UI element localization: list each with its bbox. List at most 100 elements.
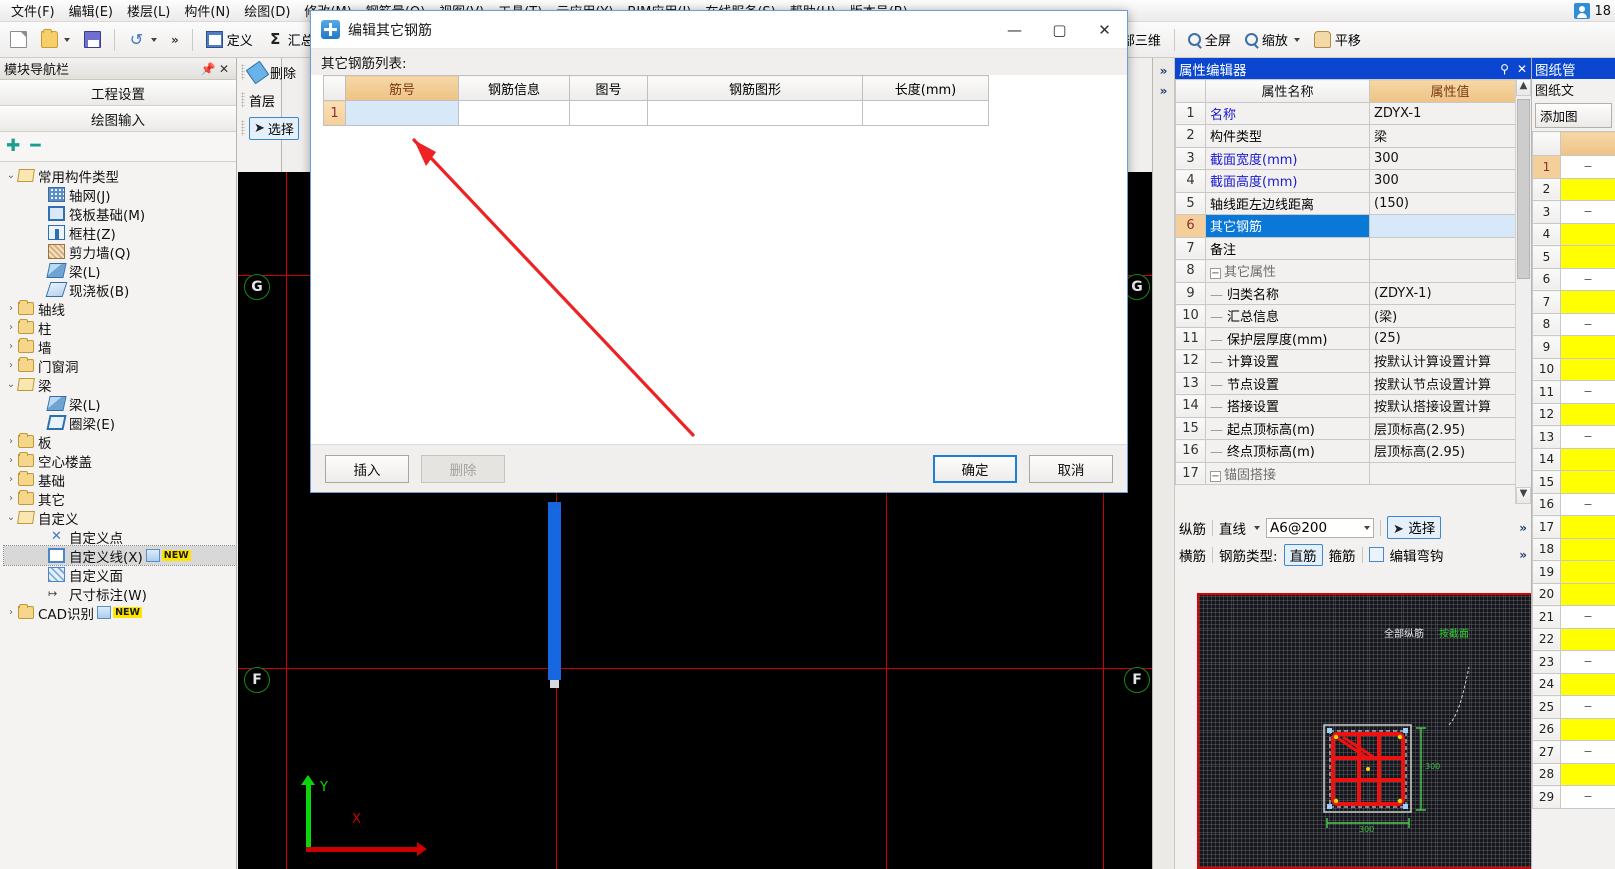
expand-rail-chevron-icon[interactable]: » — [1153, 58, 1174, 78]
tree-item-3[interactable]: 框柱(Z) — [4, 223, 236, 243]
property-value-cell[interactable]: 300 — [1369, 146, 1531, 170]
tree-item-8[interactable]: › 柱 — [4, 318, 236, 338]
property-name-cell[interactable]: — 起点顶标高(m) — [1205, 416, 1370, 440]
scroll-up-icon[interactable]: ▲ — [1516, 79, 1531, 96]
floor-selector-row[interactable]: 首层 — [238, 86, 281, 114]
property-name-cell[interactable]: − 锚固搭接 — [1205, 461, 1370, 485]
drawing-row-cell[interactable] — [1560, 582, 1615, 606]
drag-grip-icon[interactable] — [241, 120, 245, 136]
collapse-group-icon[interactable]: − — [1210, 268, 1221, 280]
drawing-list-row[interactable]: 27− — [1532, 740, 1615, 764]
drawing-list-row[interactable]: 17 — [1532, 515, 1615, 539]
drawing-row-cell[interactable] — [1560, 177, 1615, 201]
rebar-col-5[interactable]: 长度(mm) — [862, 75, 989, 101]
drawing-row-cell[interactable]: − — [1560, 380, 1615, 404]
tree-item-6[interactable]: 现浇板(B) — [4, 280, 236, 300]
property-row[interactable]: 2 构件类型梁 — [1175, 124, 1531, 148]
drawing-list-row[interactable]: 29− — [1532, 785, 1615, 809]
tree-item-18[interactable]: ⌄ 自定义 — [4, 508, 236, 528]
tree-item-19[interactable]: ✕ 自定义点 — [4, 527, 236, 547]
property-row[interactable]: 12— 计算设置 按默认计算设置计算 — [1175, 349, 1531, 373]
chevron-right-icon[interactable]: › — [4, 607, 18, 618]
rebar-col-1[interactable]: 筋号 — [345, 75, 459, 101]
property-row[interactable]: 8− 其它属性 — [1175, 259, 1531, 283]
property-col-value[interactable]: 属性值 — [1369, 79, 1531, 103]
property-name-cell[interactable]: — 搭接设置 — [1205, 394, 1370, 418]
chevron-right-icon[interactable]: › — [4, 360, 18, 371]
property-name-cell[interactable]: 备注 — [1205, 236, 1370, 260]
property-value-cell[interactable]: 层顶标高(2.95) — [1369, 416, 1531, 440]
property-row[interactable]: 15— 起点顶标高(m) 层顶标高(2.95) — [1175, 416, 1531, 440]
property-name-cell[interactable]: 轴线距左边线距离 — [1205, 191, 1370, 215]
drawing-row-cell[interactable] — [1560, 222, 1615, 246]
property-row[interactable]: 3 截面宽度(mm) 300 — [1175, 146, 1531, 170]
toolbar-overflow-button[interactable]: » — [165, 30, 185, 50]
insert-button[interactable]: 插入 — [325, 454, 409, 483]
chevron-right-icon[interactable]: › — [4, 303, 18, 314]
drawing-row-cell[interactable] — [1560, 537, 1615, 561]
property-value-cell[interactable]: 300 — [1369, 169, 1531, 193]
drawing-row-cell[interactable] — [1560, 627, 1615, 651]
select-tool-button[interactable]: ➤ 选择 — [249, 116, 299, 140]
rebar-col-4[interactable]: 钢筋图形 — [647, 75, 863, 101]
property-row[interactable]: 10— 汇总信息 (梁) — [1175, 304, 1531, 328]
tree-item-0[interactable]: ⌄ 常用构件类型 — [4, 166, 236, 186]
open-file-button[interactable] — [35, 28, 76, 51]
tree-item-9[interactable]: › 墙 — [4, 337, 236, 357]
drawing-input-bar[interactable]: 绘图输入 — [0, 106, 236, 132]
property-scrollbar[interactable]: ▲ ▼ — [1515, 79, 1531, 504]
drawing-row-cell[interactable] — [1560, 515, 1615, 539]
property-value-cell[interactable]: 按默认节点设置计算 — [1369, 371, 1531, 395]
property-row[interactable]: 13— 节点设置 按默认节点设置计算 — [1175, 371, 1531, 395]
rebar-cell-tuhao[interactable] — [569, 100, 648, 126]
property-value-cell[interactable]: (ZDYX-1) — [1369, 281, 1531, 305]
tree-item-17[interactable]: › 其它 — [4, 489, 236, 509]
menu-item-floor[interactable]: 楼层(L) — [120, 0, 177, 22]
property-row[interactable]: 5 轴线距左边线距离 (150) — [1175, 191, 1531, 215]
drawing-row-cell[interactable]: − — [1560, 267, 1615, 291]
tree-item-1[interactable]: 轴网(J) — [4, 185, 236, 205]
tree-item-14[interactable]: › 板 — [4, 432, 236, 452]
tree-item-23[interactable]: › CAD识别 NEW — [4, 603, 236, 623]
drawing-list-row[interactable]: 23− — [1532, 650, 1615, 674]
property-name-cell[interactable]: — 终点顶标高(m) — [1205, 439, 1370, 463]
expand-rail-chevron-icon-2[interactable]: » — [1153, 78, 1174, 98]
drawing-row-cell[interactable]: − — [1560, 425, 1615, 449]
drawing-row-cell[interactable] — [1560, 335, 1615, 359]
property-value-cell[interactable]: (150) — [1369, 191, 1531, 215]
drawing-row-cell[interactable] — [1560, 245, 1615, 269]
rebar-cell-gangjinxinxi[interactable] — [458, 100, 570, 126]
tree-item-22[interactable]: ↦ 尺寸标注(W) — [4, 584, 236, 604]
drawing-row-cell[interactable] — [1560, 672, 1615, 696]
chevron-right-icon[interactable]: › — [4, 341, 18, 352]
maximize-icon[interactable]: ▢ — [1037, 11, 1082, 49]
scrollbar-thumb[interactable] — [1517, 99, 1530, 279]
drawing-list-row[interactable]: 26 — [1532, 717, 1615, 741]
selected-beam-element[interactable] — [548, 502, 561, 680]
property-name-cell[interactable]: — 节点设置 — [1205, 371, 1370, 395]
property-value-cell[interactable]: (梁) — [1369, 304, 1531, 328]
close-icon[interactable]: ✕ — [1517, 62, 1527, 76]
drawing-list-row[interactable]: 15 — [1532, 470, 1615, 494]
scroll-down-icon[interactable]: ▼ — [1516, 487, 1531, 504]
menu-item-draw[interactable]: 绘图(D) — [237, 0, 297, 22]
drawing-row-cell[interactable]: − — [1560, 200, 1615, 224]
drawing-list-row[interactable]: 24 — [1532, 672, 1615, 696]
drag-grip-icon[interactable] — [241, 64, 245, 80]
drawing-list-row[interactable]: 18 — [1532, 537, 1615, 561]
rebar-col-2[interactable]: 钢筋信息 — [458, 75, 570, 101]
property-value-cell[interactable] — [1369, 461, 1531, 485]
drawing-list-row[interactable]: 6− — [1532, 267, 1615, 291]
pin-icon[interactable]: 📌 — [200, 62, 216, 76]
delete-button[interactable]: 删除 — [421, 454, 505, 483]
property-col-name[interactable]: 属性名称 — [1205, 79, 1370, 103]
chevron-right-icon[interactable]: › — [4, 455, 18, 466]
drawing-list-row[interactable]: 10 — [1532, 357, 1615, 381]
project-settings-bar[interactable]: 工程设置 — [0, 80, 236, 106]
chevron-right-icon[interactable]: › — [4, 436, 18, 447]
drawing-list-row[interactable]: 12 — [1532, 402, 1615, 426]
drawing-row-cell[interactable]: − — [1560, 650, 1615, 674]
rebar-shape-label[interactable]: 直线 — [1219, 518, 1246, 538]
drag-grip-icon[interactable] — [241, 92, 245, 108]
drawing-list-row[interactable]: 2 — [1532, 177, 1615, 201]
